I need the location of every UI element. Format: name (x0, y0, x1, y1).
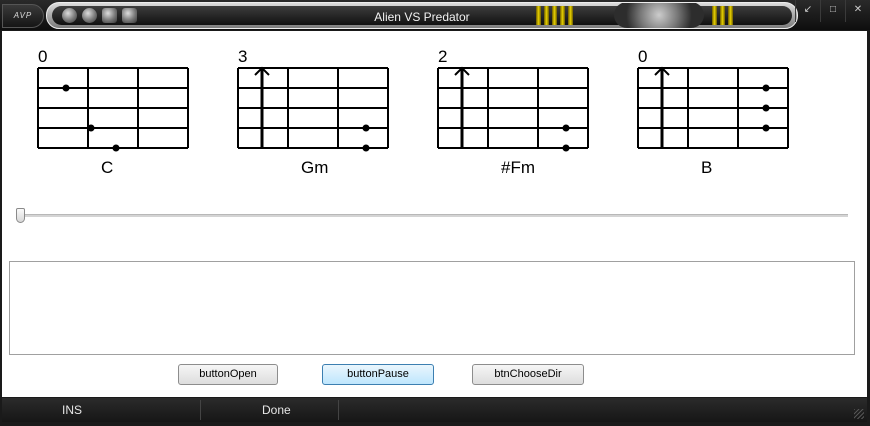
close-icon[interactable]: ✕ (845, 0, 870, 22)
pause-button[interactable]: buttonPause (322, 364, 434, 385)
maximize-icon[interactable]: □ (820, 0, 845, 22)
chord-finger-dot (62, 84, 70, 92)
open-button[interactable]: buttonOpen (178, 364, 278, 385)
disc-artwork (614, 3, 704, 28)
status-separator (200, 400, 201, 420)
skin-artwork (534, 3, 784, 28)
chord-finger-dot (112, 144, 120, 152)
status-mode: INS (62, 403, 83, 417)
client-area: 0 C 3 Gm 2 #Fm 0 B buttonOpen buttonPause btnCh… (2, 31, 867, 397)
chord-finger-dot (762, 104, 770, 112)
chord-name: C (101, 158, 113, 177)
chord-name: #Fm (501, 158, 535, 177)
resize-grip[interactable] (854, 409, 864, 419)
app-logo[interactable]: AVP (2, 4, 44, 28)
title-capsule-inner: Alien VS Predator (52, 3, 792, 28)
chord-diagrams: 0 C 3 Gm 2 #Fm 0 B (37, 47, 789, 177)
window-controls: ↙ □ ✕ (795, 0, 870, 22)
status-separator (338, 400, 339, 420)
chord-finger-dot (762, 84, 770, 92)
chord-fret-number: 3 (238, 47, 247, 66)
chord-finger-dot (362, 144, 370, 152)
status-message: Done (262, 403, 291, 417)
chord-name: Gm (301, 158, 328, 177)
chord-fret-number: 0 (38, 47, 47, 66)
chord-name: B (701, 158, 712, 177)
playback-slider-thumb[interactable] (16, 208, 25, 223)
playback-slider-track[interactable] (21, 214, 848, 217)
choose-dir-button[interactable]: btnChooseDir (472, 364, 584, 385)
chord-finger-dot (562, 144, 570, 152)
title-bar[interactable]: AVP Alien VS Predator ↙ □ ✕ (0, 0, 870, 30)
status-bar: INS Done (2, 398, 867, 422)
chord-fret-number: 0 (638, 47, 647, 66)
chord-finger-dot (562, 124, 570, 132)
chord-finger-dot (362, 124, 370, 132)
restore-icon[interactable]: ↙ (795, 0, 820, 22)
chord-finger-dot (87, 124, 95, 132)
chord-finger-dot (762, 124, 770, 132)
chord-fret-number: 2 (438, 47, 447, 66)
output-text-area[interactable] (9, 261, 855, 355)
title-capsule: Alien VS Predator (46, 2, 798, 29)
